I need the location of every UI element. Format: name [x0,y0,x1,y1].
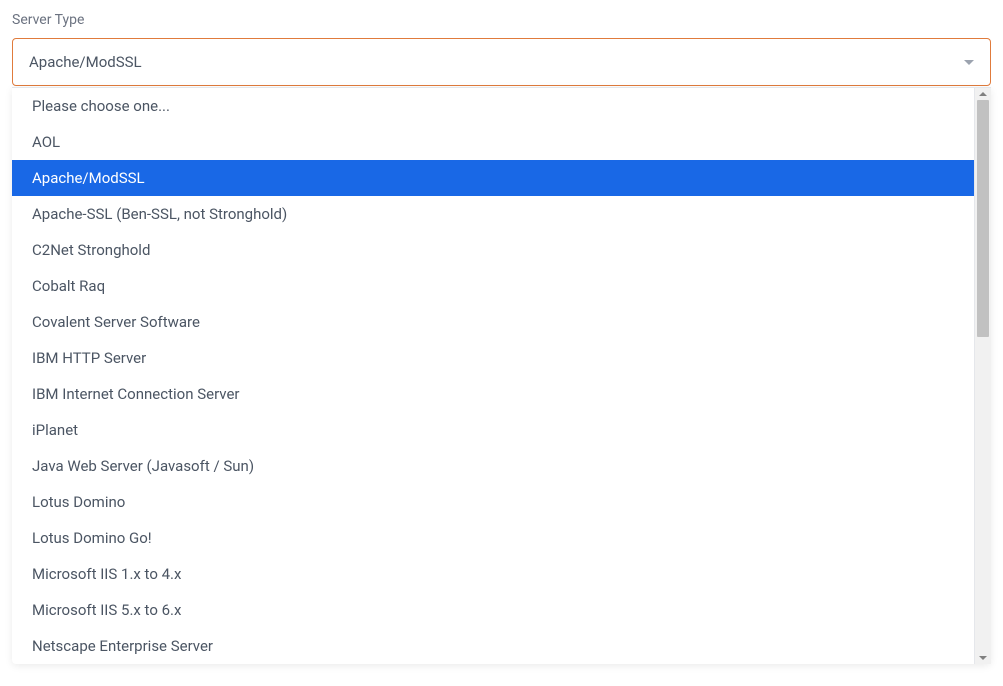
scrollbar-down-icon[interactable] [979,656,987,660]
dropdown-option[interactable]: AOL [12,124,974,160]
scrollbar-thumb[interactable] [977,100,989,337]
scrollbar[interactable] [974,88,991,664]
server-type-selected-value: Apache/ModSSL [29,53,142,71]
scrollbar-track[interactable] [975,100,991,652]
dropdown-option[interactable]: IBM Internet Connection Server [12,376,974,412]
dropdown-option[interactable]: Lotus Domino [12,484,974,520]
dropdown-option[interactable]: Lotus Domino Go! [12,520,974,556]
scrollbar-up-icon[interactable] [979,92,987,96]
dropdown-option[interactable]: Java Web Server (Javasoft / Sun) [12,448,974,484]
dropdown-option[interactable]: Please choose one... [12,88,974,124]
server-type-dropdown-list: Please choose one...AOLApache/ModSSLApac… [12,88,974,664]
dropdown-option[interactable]: IBM HTTP Server [12,340,974,376]
dropdown-option[interactable]: iPlanet [12,412,974,448]
server-type-label: Server Type [12,12,991,28]
server-type-dropdown: Please choose one...AOLApache/ModSSLApac… [12,87,991,664]
server-type-select[interactable]: Apache/ModSSL [12,38,991,86]
dropdown-option[interactable]: Microsoft IIS 1.x to 4.x [12,556,974,592]
dropdown-option[interactable]: Covalent Server Software [12,304,974,340]
dropdown-option[interactable]: Netscape Enterprise Server [12,628,974,664]
dropdown-option[interactable]: Apache-SSL (Ben-SSL, not Stronghold) [12,196,974,232]
server-type-select-container: Apache/ModSSL Please choose one...AOLApa… [12,38,991,86]
dropdown-option[interactable]: Cobalt Raq [12,268,974,304]
dropdown-option[interactable]: Microsoft IIS 5.x to 6.x [12,592,974,628]
chevron-down-icon [964,60,974,65]
dropdown-option[interactable]: C2Net Stronghold [12,232,974,268]
dropdown-option[interactable]: Apache/ModSSL [12,160,974,196]
